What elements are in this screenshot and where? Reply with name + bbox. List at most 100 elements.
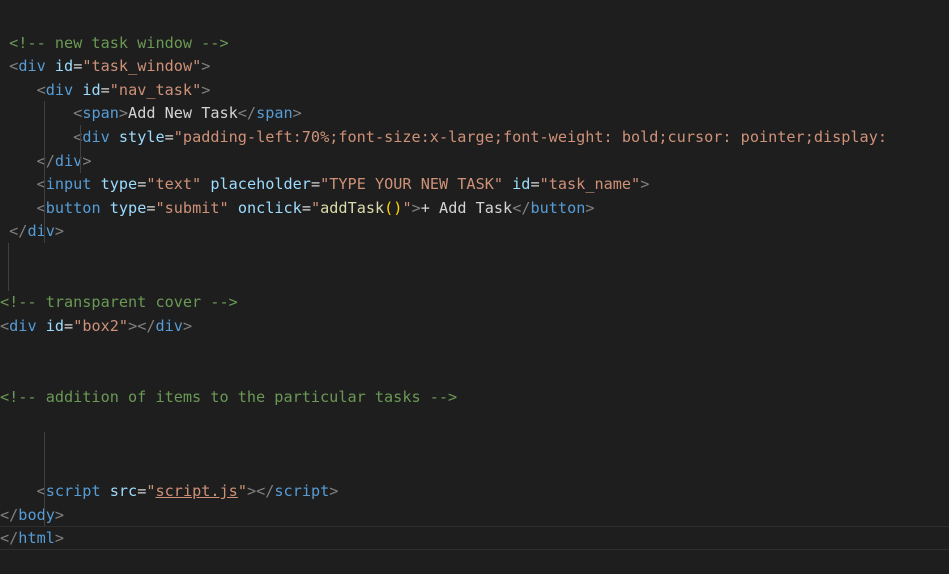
code-token: "task_window" [82,57,202,76]
code-token: = [137,175,147,194]
indent-guide [43,148,45,173]
indent-guide [43,431,45,456]
code-line[interactable] [0,455,949,480]
code-token: <!-- new task window --> [0,33,229,52]
code-token: "box2" [73,316,129,335]
code-token: = [64,316,74,335]
code-token: > [585,198,595,217]
code-token: addTask [320,198,385,217]
code-token: button [530,198,586,217]
code-token: script [274,482,330,500]
code-token: </ [36,151,55,170]
code-line[interactable] [0,7,949,31]
code-line[interactable]: </div> [0,148,949,173]
indent-guide [43,172,45,197]
code-token: < [0,316,10,335]
code-token: > [118,104,129,123]
code-line[interactable]: <div id="box2"></div> [0,314,949,338]
code-token: </ [9,222,28,241]
code-token: </ [0,505,19,524]
code-line[interactable] [0,337,949,361]
code-token: id [82,80,101,99]
code-token: " [146,482,156,500]
code-token: ></ [246,482,275,500]
code-token: script [45,482,101,500]
indent-guide [43,455,45,480]
code-token: = [164,128,174,146]
indent-guide [43,219,45,244]
code-token: > [201,57,211,76]
indent-guide [8,266,9,291]
code-line[interactable]: <script src="script.js"></script> [0,479,949,503]
code-line[interactable]: </body> [0,502,949,527]
code-line[interactable]: <!-- new task window --> [0,31,949,55]
code-editor[interactable]: <!-- new task window --> <div id="task_w… [0,0,949,574]
code-line[interactable] [0,361,949,385]
code-token: > [54,529,65,548]
code-token: > [411,198,421,217]
code-token: input [45,175,92,194]
code-token: > [329,482,339,500]
indent-guide [43,479,45,503]
code-token: div [18,57,46,76]
code-token: < [9,57,19,76]
indent-guide [43,101,45,126]
code-line[interactable]: <!-- transparent cover --> [0,290,949,314]
code-token: "padding-left:70%;font-size:x-large;font… [173,128,897,146]
code-token: div [45,80,74,99]
code-line[interactable] [0,408,949,432]
code-token: id [45,316,65,335]
code-token: span [82,104,119,123]
code-token: id [54,57,74,76]
code-line[interactable]: <div style="padding-left:70%;font-size:x… [0,125,949,149]
code-token: </ [512,198,531,217]
code-token: "TYPE YOUR NEW TASK" [320,175,503,194]
code-token: > [292,104,302,123]
code-token: body [18,505,55,524]
code-line[interactable]: </html> [0,526,949,551]
code-line[interactable]: <input type="text" placeholder="TYPE YOU… [0,172,949,197]
code-line[interactable] [0,266,949,291]
code-token: script.js [155,482,238,500]
code-token: div [27,222,55,241]
indent-guide [8,243,9,267]
code-token: id [512,175,531,194]
code-token: placeholder [210,175,311,194]
code-line[interactable] [0,243,949,267]
code-line[interactable]: </div> [0,219,949,244]
code-token: " [310,198,321,217]
code-token: = [301,198,311,217]
indent-guide [79,125,81,149]
code-token: () [384,198,403,217]
code-line[interactable]: <div id="nav_task"> [0,78,949,102]
code-line[interactable]: <button type="submit" onclick="addTask()… [0,195,949,220]
code-line[interactable]: <span>Add New Task</span> [0,101,949,126]
code-line[interactable] [0,431,949,456]
code-line[interactable]: <!-- addition of items to the particular… [0,385,949,409]
code-token: <!-- transparent cover --> [0,293,238,312]
indent-guide [43,125,45,149]
code-token: = [530,175,540,194]
code-token: = [146,198,156,217]
code-token: button [45,198,101,217]
code-line[interactable]: <div id="task_window"> [0,54,949,78]
code-token: "text" [146,175,202,194]
code-token: style [118,128,165,146]
code-token: = [100,80,110,99]
code-token: div [82,128,110,146]
code-token: < [73,104,83,123]
code-token: "nav_task" [109,80,202,99]
